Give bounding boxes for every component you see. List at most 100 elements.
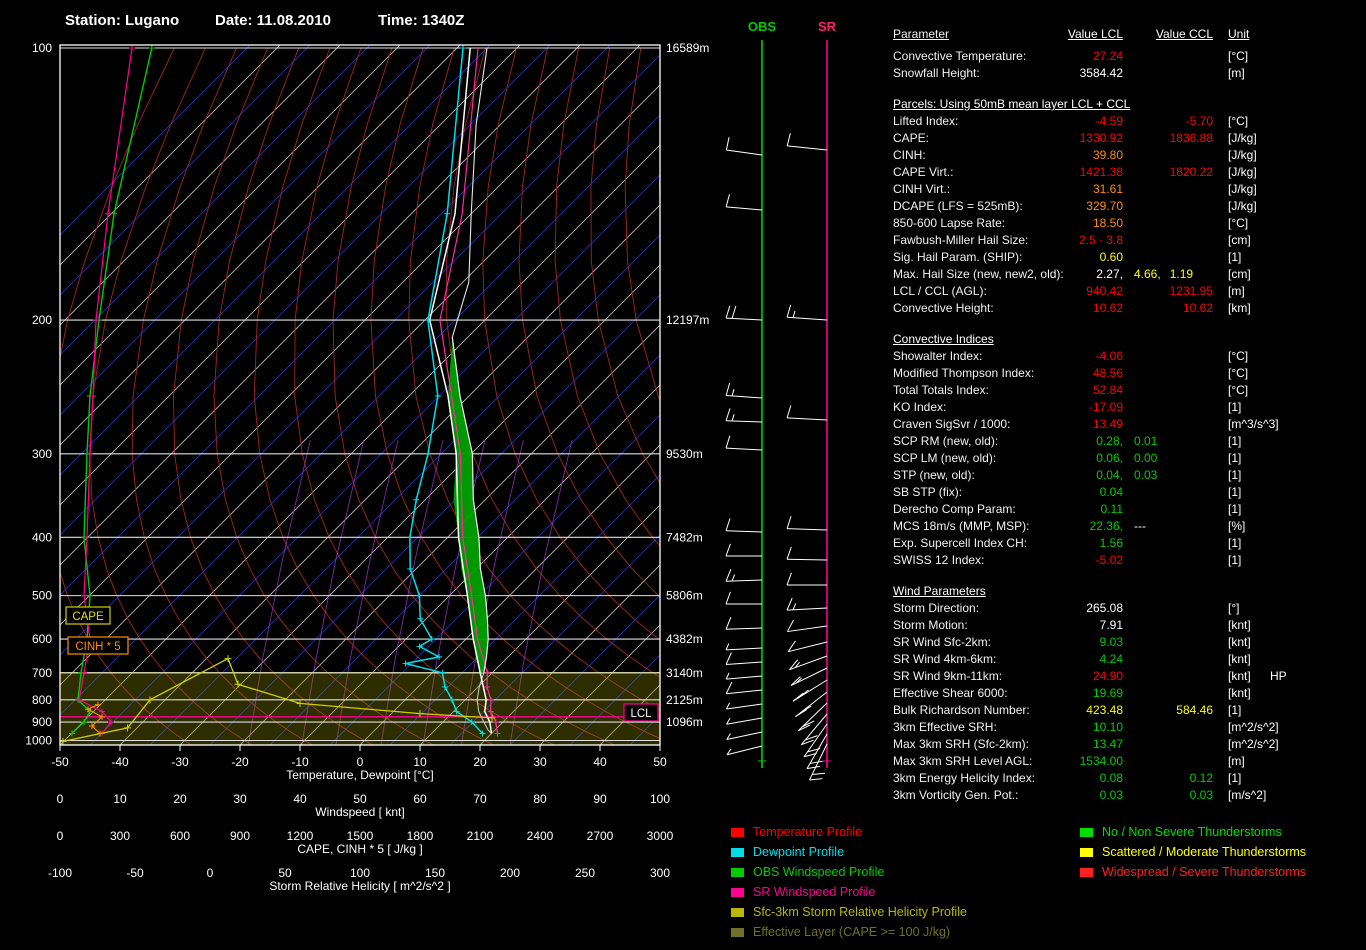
- legend-label: No / Non Severe Thunderstorms: [1102, 825, 1282, 839]
- svg-text:100: 100: [650, 792, 670, 806]
- svg-text:150: 150: [425, 866, 445, 880]
- svg-text:300: 300: [110, 829, 130, 843]
- table-row: Max. Hail Size (new, new2, old): 2.27, 4.6…: [893, 267, 1251, 281]
- table-row: SWISS 12 Index: -5.02 [1]: [893, 553, 1242, 567]
- parameter-unit: [knt]: [1228, 686, 1251, 700]
- profile-legend-item: Effective Layer (CAPE >= 100 J/kg): [731, 922, 967, 942]
- legend-label: SR Windspeed Profile: [753, 885, 876, 899]
- parameter-unit: [cm]: [1228, 267, 1251, 281]
- parameter-name: 3km Vorticity Gen. Pot.:: [893, 788, 1019, 802]
- parameter-name: LCL / CCL (AGL):: [893, 284, 987, 298]
- profile-legend-item: SR Windspeed Profile: [731, 882, 967, 902]
- svg-text:3140m: 3140m: [666, 666, 703, 680]
- parameter-name: SWISS 12 Index:: [893, 553, 985, 567]
- svg-text:16589m: 16589m: [666, 41, 709, 55]
- skewt-chart: CAPE CINH * 5 LCL Temperature, Dewpoint [°…: [25, 19, 837, 893]
- table-row: Storm Direction: 265.08 [°]: [893, 601, 1240, 615]
- parameter-unit: [°C]: [1228, 216, 1249, 230]
- table-row: Convective Temperature: 27.24 [°C]: [893, 49, 1249, 63]
- table-row: Exp. Supercell Index CH: 1.56 [1]: [893, 536, 1242, 550]
- legend-swatch: [731, 887, 744, 897]
- parameter-unit: [m]: [1228, 754, 1245, 768]
- table-row: CINH Virt.: 31.61 [J/kg]: [893, 182, 1257, 196]
- parameter-unit: [J/kg]: [1228, 131, 1257, 145]
- table-row: CAPE: 1330.92 1836.88 [J/kg]: [893, 131, 1257, 145]
- svg-text:50: 50: [653, 755, 667, 769]
- severity-legend-item: No / Non Severe Thunderstorms: [1080, 822, 1306, 842]
- parameter-unit: [°C]: [1228, 383, 1249, 397]
- svg-text:300: 300: [650, 866, 670, 880]
- col-header-value-lcl: Value LCL: [1067, 27, 1123, 41]
- parameter-unit: [m^2/s^2]: [1228, 737, 1279, 751]
- parameter-name: Storm Direction:: [893, 601, 980, 615]
- table-row: 3km Effective SRH: 10.10 [m^2/s^2]: [893, 720, 1279, 734]
- parameter-name: Lifted Index:: [893, 114, 959, 128]
- svg-text:0: 0: [207, 866, 214, 880]
- cape-label-box: CAPE: [65, 606, 111, 625]
- parameter-name: Total Totals Index:: [893, 383, 989, 397]
- parameter-unit: [m/s^2]: [1228, 788, 1267, 802]
- parameter-name: Convective Height:: [893, 301, 994, 315]
- chart-frame: CAPE CINH * 5 LCL: [59, 44, 661, 746]
- parameter-unit: [1]: [1228, 468, 1242, 482]
- parameter-unit: [°C]: [1228, 366, 1249, 380]
- svg-text:900: 900: [230, 829, 250, 843]
- parameter-unit: [1]: [1228, 451, 1242, 465]
- svg-text:CINH * 5: CINH * 5: [75, 641, 120, 653]
- parameter-name: MCS 18m/s (MMP, MSP):: [893, 519, 1030, 533]
- legend-label: Scattered / Moderate Thunderstorms: [1102, 845, 1307, 859]
- table-row: SCP LM (new, old): 0.06, 0.00 [1]: [893, 451, 1242, 465]
- parameter-unit: [°C]: [1228, 114, 1249, 128]
- parameter-name: SCP RM (new, old):: [893, 434, 999, 448]
- svg-text:500: 500: [32, 589, 52, 603]
- parameter-unit: [1]: [1228, 536, 1242, 550]
- svg-text:2700: 2700: [587, 829, 614, 843]
- parameter-name: Bulk Richardson Number:: [893, 703, 1030, 717]
- svg-text:800: 800: [32, 693, 52, 707]
- svg-text:50: 50: [278, 866, 292, 880]
- table-row: Sig. Hail Param. (SHIP): 0.60 [1]: [893, 250, 1242, 264]
- table-row: CINH: 39.80 [J/kg]: [893, 148, 1257, 162]
- legend-swatch: [731, 927, 744, 937]
- cape-tick-labels: 0 300 600 900 1200 1500 1800 2100 2400 2700 3000: [57, 829, 674, 843]
- svg-text:2100: 2100: [467, 829, 494, 843]
- legend-label: Dewpoint Profile: [753, 845, 845, 859]
- table-row: LCL / CCL (AGL): 940.42 1231.95 [m]: [893, 284, 1245, 298]
- svg-text:40: 40: [593, 755, 607, 769]
- svg-text:1200: 1200: [287, 829, 314, 843]
- svg-text:-50: -50: [51, 755, 69, 769]
- sr-barbs: [786, 133, 828, 781]
- svg-text:80: 80: [533, 792, 547, 806]
- parameter-name: Craven SigSvr / 1000:: [893, 417, 1011, 431]
- col-header-unit: Unit: [1228, 27, 1250, 41]
- table-row: SCP RM (new, old): 0.28, 0.01 [1]: [893, 434, 1242, 448]
- profile-legend-item: Sfc-3km Storm Relative Helicity Profile: [731, 902, 967, 922]
- parameter-unit: [1]: [1228, 703, 1242, 717]
- svg-text:2125m: 2125m: [666, 693, 703, 707]
- legend-swatch: [1080, 827, 1093, 837]
- svg-text:600: 600: [170, 829, 190, 843]
- svg-text:100: 100: [32, 41, 52, 55]
- parameter-name: Exp. Supercell Index CH:: [893, 536, 1028, 550]
- sr-column-label: SR: [818, 19, 837, 34]
- parameter-unit: [%]: [1228, 519, 1246, 533]
- svg-text:30: 30: [533, 755, 547, 769]
- legend-label: Sfc-3km Storm Relative Helicity Profile: [753, 905, 967, 919]
- legend-label: Widespread / Severe Thunderstorms: [1102, 865, 1307, 879]
- svg-text:900: 900: [32, 715, 52, 729]
- parameter-name: Storm Motion:: [893, 618, 968, 632]
- table-row: Max 3km SRH Level AGL: 1534.00 [m]: [893, 754, 1245, 768]
- parameter-name: Fawbush-Miller Hail Size:: [893, 233, 1029, 247]
- parameter-unit: [m]: [1228, 284, 1245, 298]
- svg-text:CAPE: CAPE: [72, 611, 104, 623]
- profile-legend: Temperature Profile Dewpoint Profile OBS W…: [731, 822, 967, 942]
- parameter-unit: [knt]: [1228, 669, 1251, 683]
- svg-text:12197m: 12197m: [666, 313, 709, 327]
- svg-text:7482m: 7482m: [666, 530, 703, 544]
- parameter-table: Parameter Value LCL Value CCL Unit Convectiv…: [893, 26, 1363, 804]
- svg-text:1096m: 1096m: [666, 715, 703, 729]
- parameter-unit: [m]: [1228, 66, 1245, 80]
- parameter-unit: [1]: [1228, 434, 1242, 448]
- legend-swatch: [1080, 867, 1093, 877]
- chart-gridlines: [60, 45, 660, 745]
